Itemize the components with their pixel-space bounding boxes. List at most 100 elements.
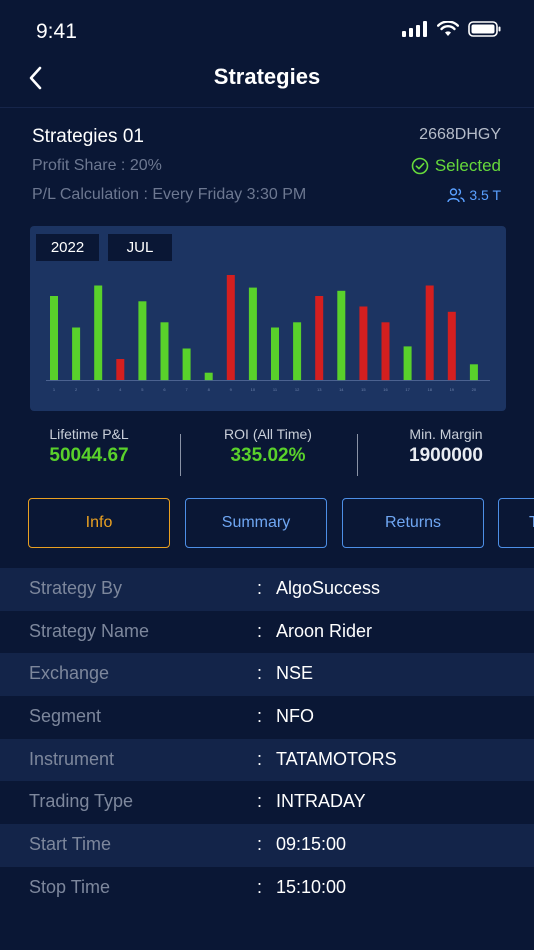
strategy-name: Strategies 01 — [32, 126, 144, 147]
detail-label: Strategy Name — [29, 620, 150, 641]
detail-value: TATAMOTORS — [276, 748, 397, 769]
detail-value: NFO — [276, 706, 314, 727]
detail-row: Exchange: NSE — [0, 653, 534, 697]
chart-bar — [403, 346, 412, 380]
chart-tick-label: 2 — [75, 387, 78, 392]
detail-label: Start Time — [29, 834, 112, 855]
subscriber-count: 3.5 T — [447, 187, 501, 203]
pnl-chart: 1 2 3 4 5 6 7 8 9 10 11 12 13 14 15 16 17 18 19 20 2022 JUL — [30, 226, 506, 411]
detail-row: Trading Type: INTRADAY — [0, 781, 534, 824]
chart-tick-label: 11 — [273, 387, 278, 392]
chart-tick-label: 7 — [185, 387, 188, 392]
detail-value: 09:15:00 — [276, 834, 347, 855]
detail-colon: : — [257, 876, 263, 897]
tab-returns[interactable]: Returns — [342, 498, 484, 548]
chart-bar — [469, 364, 478, 381]
stat-label: ROI (All Time) — [224, 426, 312, 442]
chart-bar — [138, 301, 147, 381]
chart-tick-label: 6 — [163, 387, 166, 392]
chart-bar — [116, 359, 125, 380]
chart-bar — [160, 322, 169, 381]
year-filter[interactable]: 2022 — [36, 234, 99, 261]
chart-tick-label: 3 — [97, 387, 100, 392]
chart-tick-label: 19 — [450, 387, 455, 392]
chart-bar — [293, 322, 302, 381]
stat-divider — [180, 434, 181, 476]
chart-tick-label: 17 — [405, 387, 410, 392]
chart-tick-label: 20 — [472, 387, 477, 392]
detail-colon: : — [257, 834, 263, 855]
detail-label: Stop Time — [29, 876, 111, 897]
chart-tick-label: 5 — [141, 387, 144, 392]
detail-colon: : — [257, 663, 263, 684]
stats-row: Lifetime P&L 50044.67 ROI (All Time) 335… — [0, 426, 534, 482]
chart-bar — [425, 285, 434, 380]
chart-bar — [94, 285, 103, 380]
tab-label: Summary — [221, 514, 291, 531]
stat-divider — [357, 434, 358, 476]
detail-value: INTRADAY — [276, 791, 366, 812]
detail-label: Exchange — [29, 663, 110, 684]
status-icons — [402, 21, 502, 37]
chart-bar — [359, 306, 368, 380]
chart-bar — [248, 287, 257, 380]
chart-tick-label: 12 — [295, 387, 300, 392]
chart-bar — [72, 327, 81, 380]
selected-badge: Selected — [411, 156, 501, 176]
detail-row: Strategy By: AlgoSuccess — [0, 568, 534, 611]
check-circle-icon — [411, 157, 429, 175]
detail-row: Stop Time:15:10:00 — [0, 867, 534, 910]
nav-bar: Strategies — [0, 52, 534, 108]
detail-row: Strategy Name: Aroon Rider — [0, 611, 534, 654]
detail-value: Aroon Rider — [276, 620, 373, 641]
detail-colon: : — [257, 706, 263, 727]
detail-label: Instrument — [29, 748, 115, 769]
status-time: 9:41 — [36, 20, 77, 43]
tab-label: Returns — [384, 514, 442, 531]
chart-bar — [271, 327, 279, 380]
profit-share: Profit Share : 20% — [32, 157, 162, 174]
detail-colon: : — [257, 620, 263, 641]
stat-value: 50044.67 — [49, 445, 129, 466]
tab-partial[interactable]: T — [498, 498, 534, 548]
detail-row: Segment: NFO — [0, 696, 534, 739]
detail-row: Instrument: TATAMOTORS — [0, 738, 534, 782]
month-filter-label: JUL — [126, 239, 154, 256]
chart-bar — [182, 348, 191, 380]
year-filter-label: 2022 — [50, 239, 85, 256]
chart-tick-label: 15 — [361, 387, 366, 392]
tab-info[interactable]: Info — [28, 498, 170, 548]
detail-colon: : — [257, 791, 263, 812]
tab-label: Info — [85, 514, 113, 531]
detail-colon: : — [257, 748, 263, 769]
chart-tick-label: 18 — [427, 387, 432, 392]
stat-min-margin: Min. Margin 1900000 — [372, 426, 520, 467]
month-filter[interactable]: JUL — [108, 234, 172, 261]
chart-tick-label: 13 — [317, 387, 322, 392]
chart-tick-label: 16 — [383, 387, 388, 392]
stat-lifetime-pnl: Lifetime P&L 50044.67 — [18, 426, 160, 467]
pnl-bar-chart: 1 2 3 4 5 6 7 8 9 10 11 12 13 14 15 16 17 18 19 20 — [46, 275, 490, 392]
tab-summary[interactable]: Summary — [185, 498, 327, 548]
cellular-signal-icon — [402, 21, 427, 37]
chart-tick-label: 4 — [119, 387, 122, 392]
chart-bar — [447, 311, 456, 381]
users-icon — [447, 188, 466, 203]
battery-icon — [468, 21, 501, 37]
chart-bar — [50, 296, 58, 380]
chart-tick-label: 10 — [251, 387, 256, 392]
users-value: 3.5 T — [469, 187, 501, 203]
chart-bar — [204, 372, 213, 381]
strategy-code: 2668DHGY — [419, 126, 501, 143]
chart-tick-label: 9 — [230, 387, 233, 392]
chart-bar — [381, 322, 390, 381]
detail-value: AlgoSuccess — [276, 578, 381, 598]
chart-tick-label: 8 — [208, 387, 211, 392]
wifi-icon — [437, 21, 459, 36]
chart-bar — [337, 290, 346, 381]
detail-colon: : — [257, 578, 263, 598]
detail-label: Trading Type — [29, 791, 134, 812]
page-title: Strategies — [213, 64, 321, 89]
tab-bar: Info Summary Returns T — [0, 498, 534, 548]
chart-bar — [226, 275, 235, 380]
